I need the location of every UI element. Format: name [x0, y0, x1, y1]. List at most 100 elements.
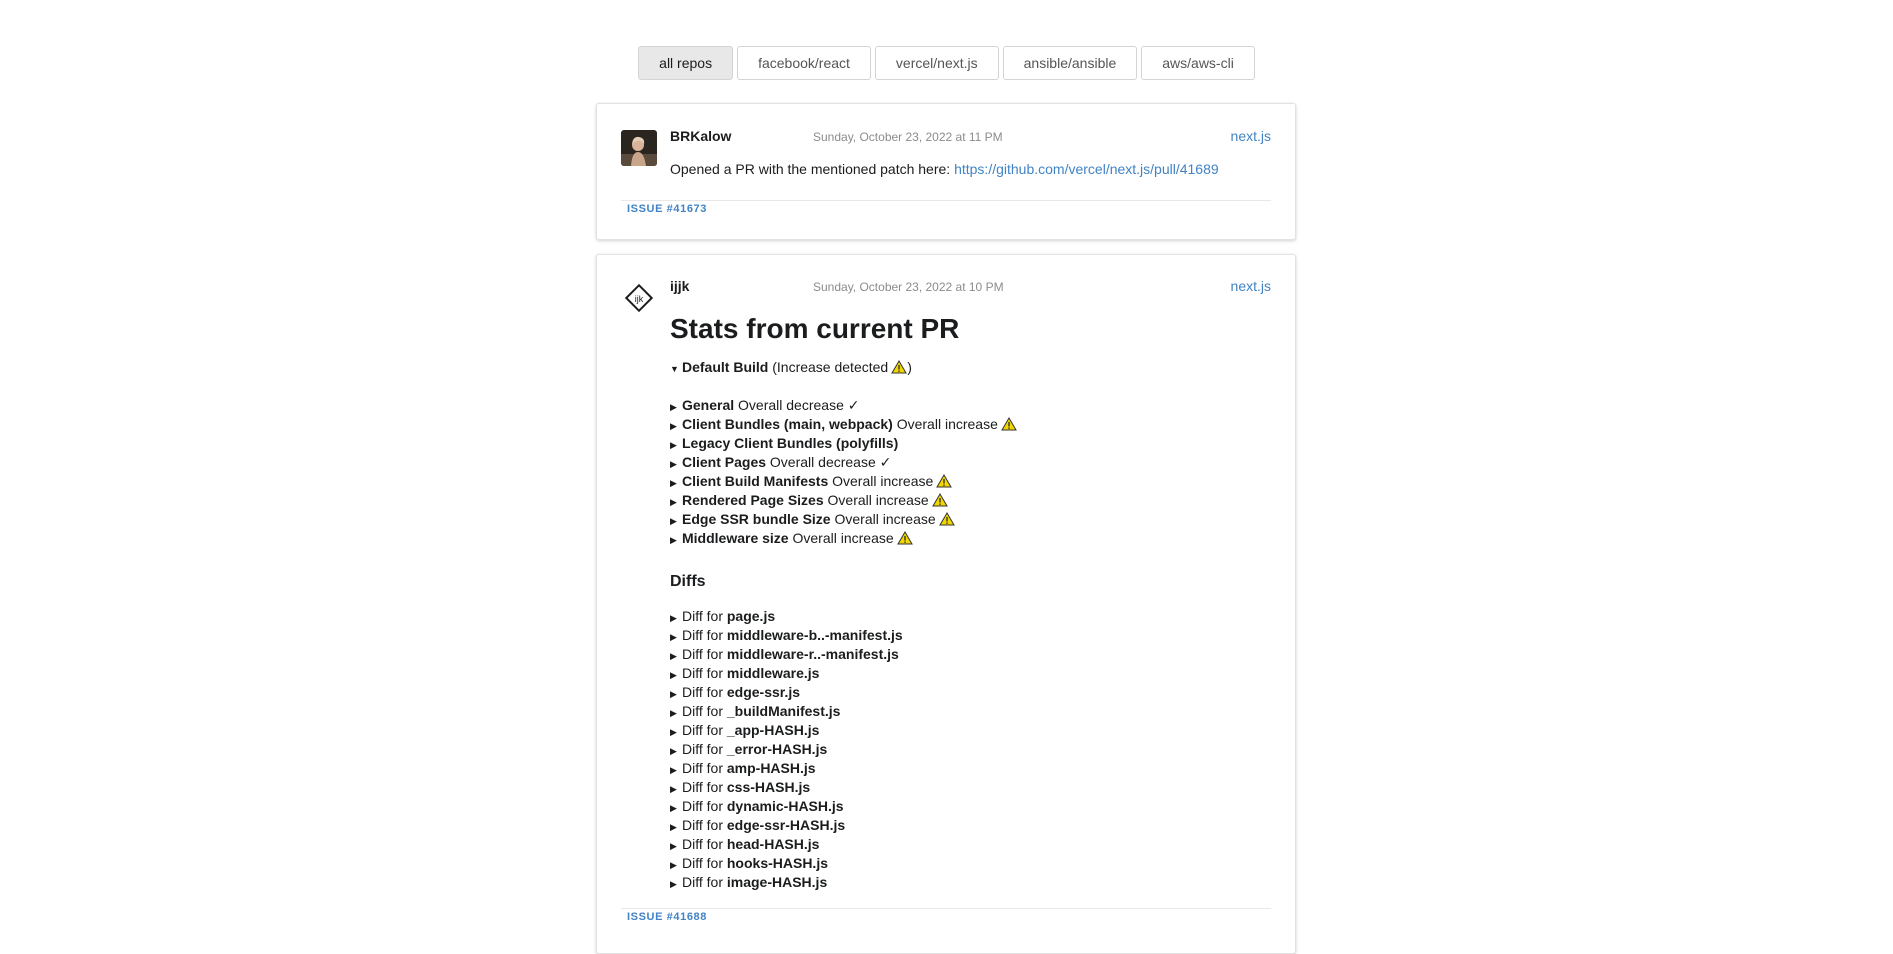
diff-summary[interactable]: ▶ Diff for image-HASH.js — [670, 873, 827, 892]
tab-all-repos[interactable]: all repos — [638, 46, 734, 80]
tab-ansible[interactable]: ansible/ansible — [1002, 46, 1138, 80]
diffs-heading: Diffs — [670, 573, 706, 590]
diff-prefix: Diff for — [682, 855, 723, 871]
diff-summary[interactable]: ▶ Diff for amp-HASH.js — [670, 759, 816, 778]
default-build-note: (Increase detected — [772, 359, 889, 375]
diff-prefix: Diff for — [682, 722, 723, 738]
comment-text: Opened a PR with the mentioned patch her… — [670, 161, 955, 177]
metric-status: Overall decrease ✓ — [738, 397, 860, 413]
caret-right-icon: ▶ — [670, 879, 677, 889]
diff-prefix: Diff for — [682, 703, 723, 719]
metric-status: Overall increase — [834, 511, 936, 527]
diff-summary[interactable]: ▶ Diff for middleware.js — [670, 664, 819, 683]
warning-icon — [938, 512, 955, 531]
diff-prefix: Diff for — [682, 836, 723, 852]
diff-summary[interactable]: ▶ Diff for hooks-HASH.js — [670, 854, 828, 873]
diff-summary[interactable]: ▶ Diff for middleware-r..-manifest.js — [670, 645, 899, 664]
metric-status: Overall increase — [792, 530, 894, 546]
svg-text:ijk: ijk — [635, 294, 644, 304]
metric-name: Rendered Page Sizes — [682, 492, 824, 508]
avatar[interactable] — [621, 130, 657, 166]
metric-name: Legacy Client Bundles (polyfills) — [682, 435, 899, 451]
comment-author[interactable]: ijjk — [670, 278, 689, 294]
diff-summary[interactable]: ▶ Diff for edge-ssr-HASH.js — [670, 816, 845, 835]
tab-vercel-next[interactable]: vercel/next.js — [874, 46, 999, 80]
avatar[interactable]: ijk — [624, 283, 654, 313]
diff-summary[interactable]: ▶ Diff for middleware-b..-manifest.js — [670, 626, 903, 645]
diff-summary[interactable]: ▶ Diff for dynamic-HASH.js — [670, 797, 844, 816]
diff-prefix: Diff for — [682, 665, 723, 681]
metric-summary[interactable]: ▶ Legacy Client Bundles (polyfills) — [670, 434, 898, 453]
diff-prefix: Diff for — [682, 646, 723, 662]
metric-summary[interactable]: ▶ Client Build Manifests Overall increase — [670, 472, 953, 491]
diff-file: css-HASH.js — [726, 779, 811, 795]
diff-prefix: Diff for — [682, 684, 723, 700]
comment-date: Sunday, October 23, 2022 at 10 PM — [813, 280, 1004, 294]
comment-body: Opened a PR with the mentioned patch her… — [670, 161, 1271, 177]
metric-name: Edge SSR bundle Size — [682, 511, 831, 527]
caret-right-icon: ▶ — [670, 535, 677, 545]
diff-prefix: Diff for — [682, 608, 723, 624]
diff-summary[interactable]: ▶ Diff for page.js — [670, 607, 775, 626]
diff-file: hooks-HASH.js — [726, 855, 828, 871]
warning-icon — [1001, 417, 1017, 436]
diff-file: middleware-r..-manifest.js — [726, 646, 899, 662]
default-build-summary[interactable]: ▼ Default Build (Increase detected) — [670, 358, 912, 377]
diff-prefix: Diff for — [682, 760, 723, 776]
pr-link[interactable]: https://github.com/vercel/next.js/pull/4… — [954, 161, 1219, 177]
metric-summary[interactable]: ▶ Client Pages Overall decrease ✓ — [670, 453, 891, 472]
diff-summary[interactable]: ▶ Diff for _buildManifest.js — [670, 702, 840, 721]
comment-author[interactable]: BRKalow — [670, 128, 731, 144]
tab-facebook-react[interactable]: facebook/react — [737, 46, 871, 80]
comment-card: ijk ijjk Sunday, October 23, 2022 at 10 … — [596, 254, 1296, 954]
issue-link[interactable]: ISSUE #41673 — [627, 203, 707, 215]
default-build-label: Default Build — [682, 359, 769, 375]
warning-icon — [896, 531, 913, 550]
diff-prefix: Diff for — [682, 798, 723, 814]
comment-card: BRKalow Sunday, October 23, 2022 at 11 P… — [596, 103, 1296, 240]
stats-heading: Stats from current PR — [670, 313, 960, 344]
diff-summary[interactable]: ▶ Diff for css-HASH.js — [670, 778, 810, 797]
diff-summary[interactable]: ▶ Diff for edge-ssr.js — [670, 683, 800, 702]
diff-file: amp-HASH.js — [726, 760, 816, 776]
diff-file: edge-ssr-HASH.js — [726, 817, 846, 833]
default-build-note-close: ) — [907, 359, 912, 375]
diff-summary[interactable]: ▶ Diff for _app-HASH.js — [670, 721, 819, 740]
metric-summary[interactable]: ▶ General Overall decrease ✓ — [670, 396, 859, 415]
metric-summary[interactable]: ▶ Client Bundles (main, webpack) Overall … — [670, 415, 1017, 434]
diff-prefix: Diff for — [682, 874, 723, 890]
metric-summary[interactable]: ▶ Edge SSR bundle Size Overall increase — [670, 510, 955, 529]
user-avatar-icon — [621, 130, 657, 166]
repo-link[interactable]: next.js — [1231, 128, 1271, 144]
metric-name: Middleware size — [682, 530, 789, 546]
metric-summary[interactable]: ▶ Rendered Page Sizes Overall increase — [670, 491, 948, 510]
diff-summary[interactable]: ▶ Diff for head-HASH.js — [670, 835, 819, 854]
metric-name: Client Build Manifests — [682, 473, 829, 489]
tab-aws-cli[interactable]: aws/aws-cli — [1141, 46, 1255, 80]
diff-prefix: Diff for — [682, 627, 723, 643]
diff-prefix: Diff for — [682, 779, 723, 795]
metric-status: Overall increase — [827, 492, 929, 508]
diff-file: dynamic-HASH.js — [726, 798, 844, 814]
diff-file: edge-ssr.js — [726, 684, 801, 700]
metric-name: Client Pages — [682, 454, 767, 470]
diff-prefix: Diff for — [682, 817, 723, 833]
repo-link[interactable]: next.js — [1231, 278, 1271, 294]
metric-status: Overall increase — [832, 473, 934, 489]
metric-summary[interactable]: ▶ Middleware size Overall increase — [670, 529, 913, 548]
divider — [621, 200, 1271, 201]
metric-name: General — [682, 397, 735, 413]
warning-icon — [891, 360, 908, 379]
issue-link[interactable]: ISSUE #41688 — [627, 911, 707, 923]
diff-file: _buildManifest.js — [726, 703, 841, 719]
metric-status: Overall decrease ✓ — [769, 454, 892, 470]
diff-prefix: Diff for — [682, 741, 723, 757]
diff-file: image-HASH.js — [726, 874, 828, 890]
divider — [621, 908, 1271, 909]
diff-summary[interactable]: ▶ Diff for _error-HASH.js — [670, 740, 827, 759]
ijjk-logo-icon: ijk — [624, 283, 654, 313]
metric-name: Client Bundles (main, webpack) — [682, 416, 893, 432]
metric-status: Overall increase — [896, 416, 998, 432]
diff-file: _app-HASH.js — [726, 722, 820, 738]
caret-down-icon: ▼ — [670, 364, 679, 374]
